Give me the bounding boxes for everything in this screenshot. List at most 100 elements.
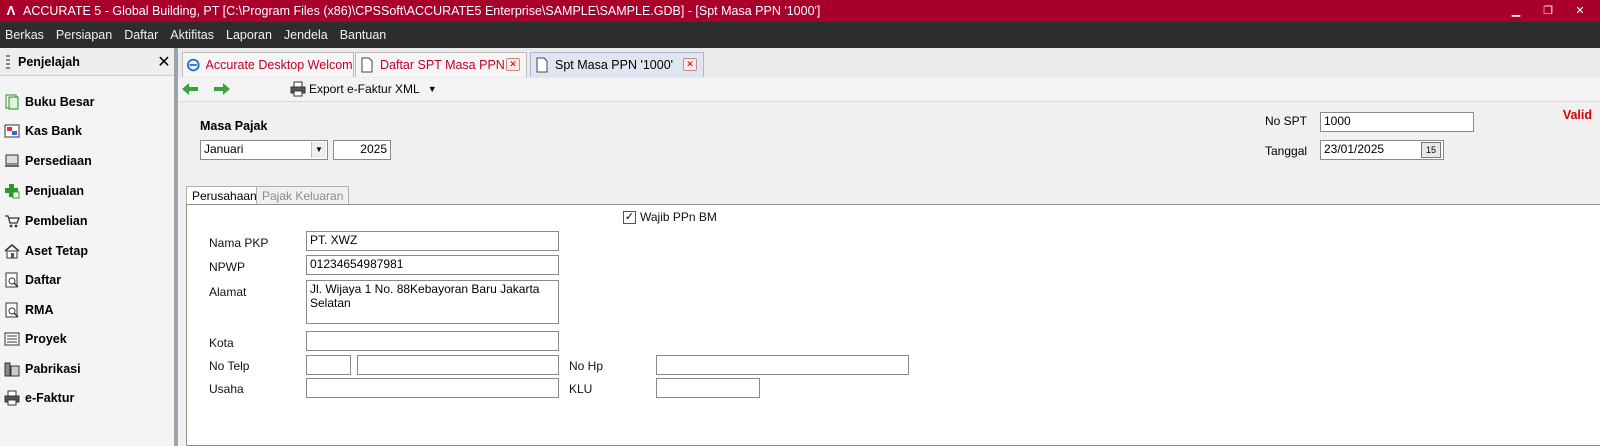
usaha-label: Usaha	[209, 382, 244, 396]
sidebar-item-label: Proyek	[25, 332, 67, 346]
menu-bantuan[interactable]: Bantuan	[340, 28, 387, 42]
alamat-textarea[interactable]: Jl. Wijaya 1 No. 88Kebayoran Baru Jakart…	[306, 280, 559, 324]
title-bar: Λ ACCURATE 5 - Global Building, PT [C:\P…	[0, 0, 1600, 22]
factory-icon	[4, 362, 20, 377]
sidebar-item-rma[interactable]: RMA	[4, 299, 53, 321]
nama-pkp-input[interactable]: PT. XWZ	[306, 231, 559, 251]
sidebar-item-label: Penjualan	[25, 184, 85, 198]
no-telp-input[interactable]	[357, 355, 559, 375]
no-hp-input[interactable]	[656, 355, 909, 375]
tab-label: Daftar SPT Masa PPN ...	[380, 58, 519, 72]
sidebar-item-e-faktur[interactable]: e-Faktur	[4, 387, 74, 409]
wajib-ppnbm-checkbox[interactable]: ✓	[623, 211, 636, 224]
browser-icon	[187, 58, 200, 72]
sidebar-item-daftar[interactable]: Daftar	[4, 269, 61, 291]
year-input[interactable]: 2025	[333, 140, 391, 160]
rma-icon	[5, 302, 19, 318]
sidebar-title: Penjelajah	[18, 54, 80, 69]
cash-bank-icon	[4, 124, 20, 138]
sales-icon	[5, 184, 20, 199]
tab-accurate-desktop-welcome[interactable]: Accurate Desktop Welcome...	[182, 52, 354, 77]
sidebar-item-pembelian[interactable]: Pembelian	[4, 210, 88, 232]
menu-bar: Berkas Persiapan Daftar Aktifitas Lapora…	[0, 22, 1600, 48]
printer-icon	[4, 390, 20, 406]
klu-input[interactable]	[656, 378, 760, 398]
sidebar-item-persediaan[interactable]: Persediaan	[4, 150, 92, 172]
nama-pkp-label: Nama PKP	[209, 236, 269, 250]
chevron-down-icon[interactable]: ▼	[428, 84, 437, 94]
menu-persiapan[interactable]: Persiapan	[56, 28, 112, 42]
wajib-ppnbm-label: Wajib PPn BM	[640, 210, 717, 224]
status-badge: Valid	[1562, 108, 1592, 122]
no-telp-area-code-input[interactable]	[306, 355, 351, 375]
export-efaktur-xml-button[interactable]: Export e-Faktur XML ▼	[290, 80, 437, 98]
sidebar-close-icon[interactable]: ✕	[154, 52, 174, 72]
calendar-icon[interactable]: 15	[1421, 142, 1441, 158]
export-label: Export e-Faktur XML	[309, 82, 420, 96]
sidebar-header: Penjelajah ✕	[0, 48, 174, 76]
kota-input[interactable]	[306, 331, 559, 351]
no-spt-label: No SPT	[1265, 114, 1308, 128]
no-spt-input[interactable]: 1000	[1320, 112, 1474, 132]
back-arrow-icon[interactable]	[180, 80, 200, 98]
menu-berkas[interactable]: Berkas	[5, 28, 44, 42]
sidebar-item-label: Buku Besar	[25, 95, 95, 109]
tab-close-icon[interactable]: ✕	[683, 58, 697, 71]
menu-daftar[interactable]: Daftar	[124, 28, 158, 42]
npwp-label: NPWP	[209, 260, 245, 274]
menu-aktifitas[interactable]: Aktifitas	[170, 28, 214, 42]
sidebar-item-buku-besar[interactable]: Buku Besar	[4, 91, 94, 113]
inventory-icon	[5, 154, 19, 167]
cart-icon	[5, 215, 20, 228]
tanggal-value: 23/01/2025	[1324, 142, 1385, 156]
usaha-input[interactable]	[306, 378, 559, 398]
minimize-icon[interactable]: ▁	[1508, 4, 1524, 18]
window-title: ACCURATE 5 - Global Building, PT [C:\Pro…	[23, 4, 821, 18]
tab-label: Spt Masa PPN '1000'	[555, 58, 674, 72]
sidebar-item-label: Persediaan	[25, 154, 92, 168]
no-telp-label: No Telp	[209, 359, 250, 373]
close-icon[interactable]: ✕	[1572, 4, 1588, 18]
sidebar-item-proyek[interactable]: Proyek	[4, 328, 67, 350]
tanggal-input[interactable]: 23/01/2025 15	[1320, 140, 1444, 160]
menu-jendela[interactable]: Jendela	[284, 28, 328, 42]
ledger-icon	[5, 94, 19, 110]
masa-pajak-label: Masa Pajak	[200, 119, 268, 133]
chevron-down-icon[interactable]: ▼	[311, 142, 326, 158]
month-select[interactable]: Januari ▼	[200, 140, 328, 160]
sidebar-item-label: RMA	[25, 303, 54, 317]
month-value: Januari	[204, 142, 244, 156]
window-controls: ▁ ❐ ✕	[1508, 0, 1588, 22]
tab-close-icon[interactable]: ✕	[506, 58, 520, 71]
tab-daftar-spt-masa-ppn[interactable]: Daftar SPT Masa PPN ... ✕	[355, 52, 527, 77]
sidebar-item-pabrikasi[interactable]: Pabrikasi	[4, 358, 81, 380]
sidebar-item-label: Daftar	[25, 273, 62, 287]
klu-label: KLU	[569, 382, 593, 396]
sidebar-item-label: e-Faktur	[25, 391, 75, 405]
spt-form: Masa Pajak Januari ▼ 2025 No SPT 1000 Ta…	[178, 102, 1600, 446]
project-icon	[4, 332, 20, 346]
npwp-input[interactable]: 01234654987981	[306, 255, 559, 275]
menu-laporan[interactable]: Laporan	[226, 28, 272, 42]
tanggal-label: Tanggal	[1265, 144, 1308, 158]
sidebar-item-label: Aset Tetap	[25, 244, 88, 258]
tab-pajak-keluaran[interactable]: Pajak Keluaran	[256, 186, 350, 204]
tab-perusahaan[interactable]: Perusahaan	[186, 186, 263, 204]
document-tabs: Accurate Desktop Welcome... Daftar SPT M…	[178, 48, 1600, 78]
printer-icon	[290, 81, 306, 97]
grip-icon[interactable]	[6, 54, 10, 69]
alamat-label: Alamat	[209, 285, 247, 299]
sidebar-item-aset-tetap[interactable]: Aset Tetap	[4, 240, 88, 262]
app-logo-icon: Λ	[6, 3, 16, 18]
explorer-sidebar: Penjelajah ✕ Buku Besar Kas Bank Persedi…	[0, 48, 178, 446]
kota-label: Kota	[209, 336, 234, 350]
sidebar-item-penjualan[interactable]: Penjualan	[4, 180, 84, 202]
document-icon	[361, 57, 373, 73]
sidebar-item-kas-bank[interactable]: Kas Bank	[4, 120, 82, 142]
tab-label: Accurate Desktop Welcome...	[205, 58, 353, 72]
restore-icon[interactable]: ❐	[1540, 4, 1556, 18]
forward-arrow-icon[interactable]	[212, 80, 232, 98]
tab-spt-masa-ppn-1000[interactable]: Spt Masa PPN '1000' ✕	[530, 52, 704, 77]
sidebar-item-label: Kas Bank	[25, 124, 82, 138]
house-icon	[4, 244, 20, 259]
